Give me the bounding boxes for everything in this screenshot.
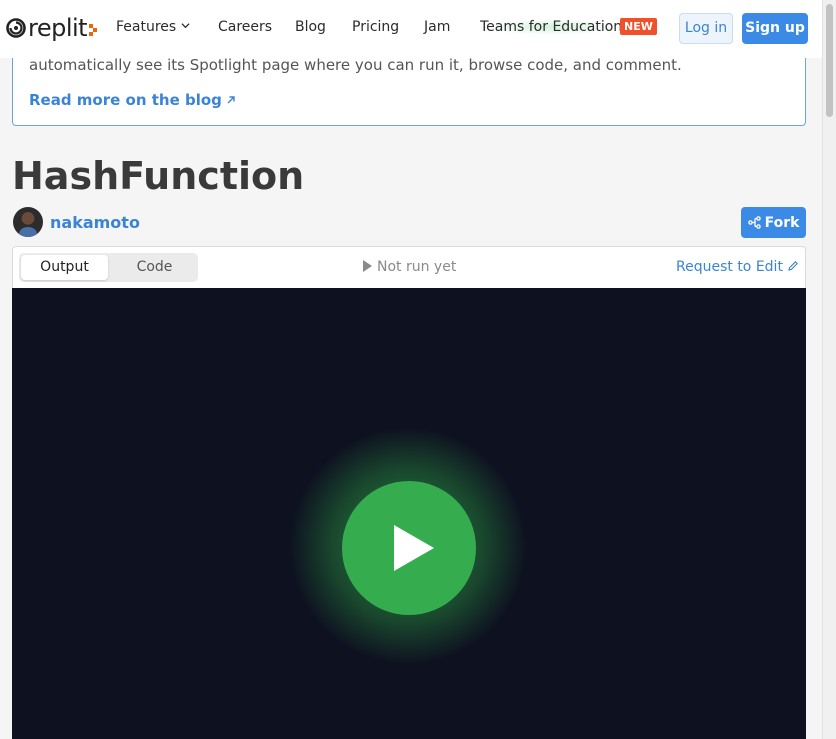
fork-button[interactable]: Fork [741,207,806,238]
request-to-edit-link[interactable]: Request to Edit [676,259,799,275]
request-to-edit-label: Request to Edit [676,259,783,275]
replit-logo-icon [6,18,26,38]
logo-dots-icon [89,24,98,36]
author-link[interactable]: nakamoto [50,213,140,232]
nav-blog[interactable]: Blog [295,19,326,35]
fork-icon [747,216,761,229]
nav-jam[interactable]: Jam [424,19,450,35]
nav-features[interactable]: Features [116,19,190,35]
login-button[interactable]: Log in [679,13,733,44]
scrollbar-thumb[interactable] [826,4,833,117]
read-more-link[interactable]: Read more on the blog [29,91,236,109]
run-status: Not run yet [363,259,456,275]
tab-output[interactable]: Output [21,255,108,280]
top-navigation: replit Features Careers Blog Pricing Jam… [0,0,822,58]
run-play-button[interactable] [342,481,476,615]
tab-code[interactable]: Code [113,255,196,280]
page-title: HashFunction [12,154,305,198]
output-area [12,288,806,739]
pencil-icon [788,261,798,271]
nav-pricing[interactable]: Pricing [352,19,399,35]
avatar[interactable] [13,207,43,237]
fork-label: Fork [764,214,800,231]
scrollbar[interactable] [822,0,836,739]
view-switcher: Output Code [19,253,198,282]
chevron-down-icon [181,23,190,29]
read-more-label: Read more on the blog [29,91,222,109]
logo-text: replit [28,14,88,42]
avatar-shirt [19,227,37,237]
new-badge: NEW [620,18,657,35]
signup-button[interactable]: Sign up [742,13,808,44]
nav-careers[interactable]: Careers [218,19,272,35]
play-icon [394,525,434,571]
nav-teams-for-education[interactable]: Teams for Education [480,19,623,35]
info-text: automatically see its Spotlight page whe… [29,56,682,74]
replit-logo[interactable]: replit [6,14,98,42]
repl-panel-header: Output Code Not run yet Request to Edit [12,246,806,288]
nav-features-label: Features [116,19,177,35]
play-small-icon [363,260,372,272]
external-arrow-icon [227,96,235,104]
run-status-text: Not run yet [377,259,457,275]
